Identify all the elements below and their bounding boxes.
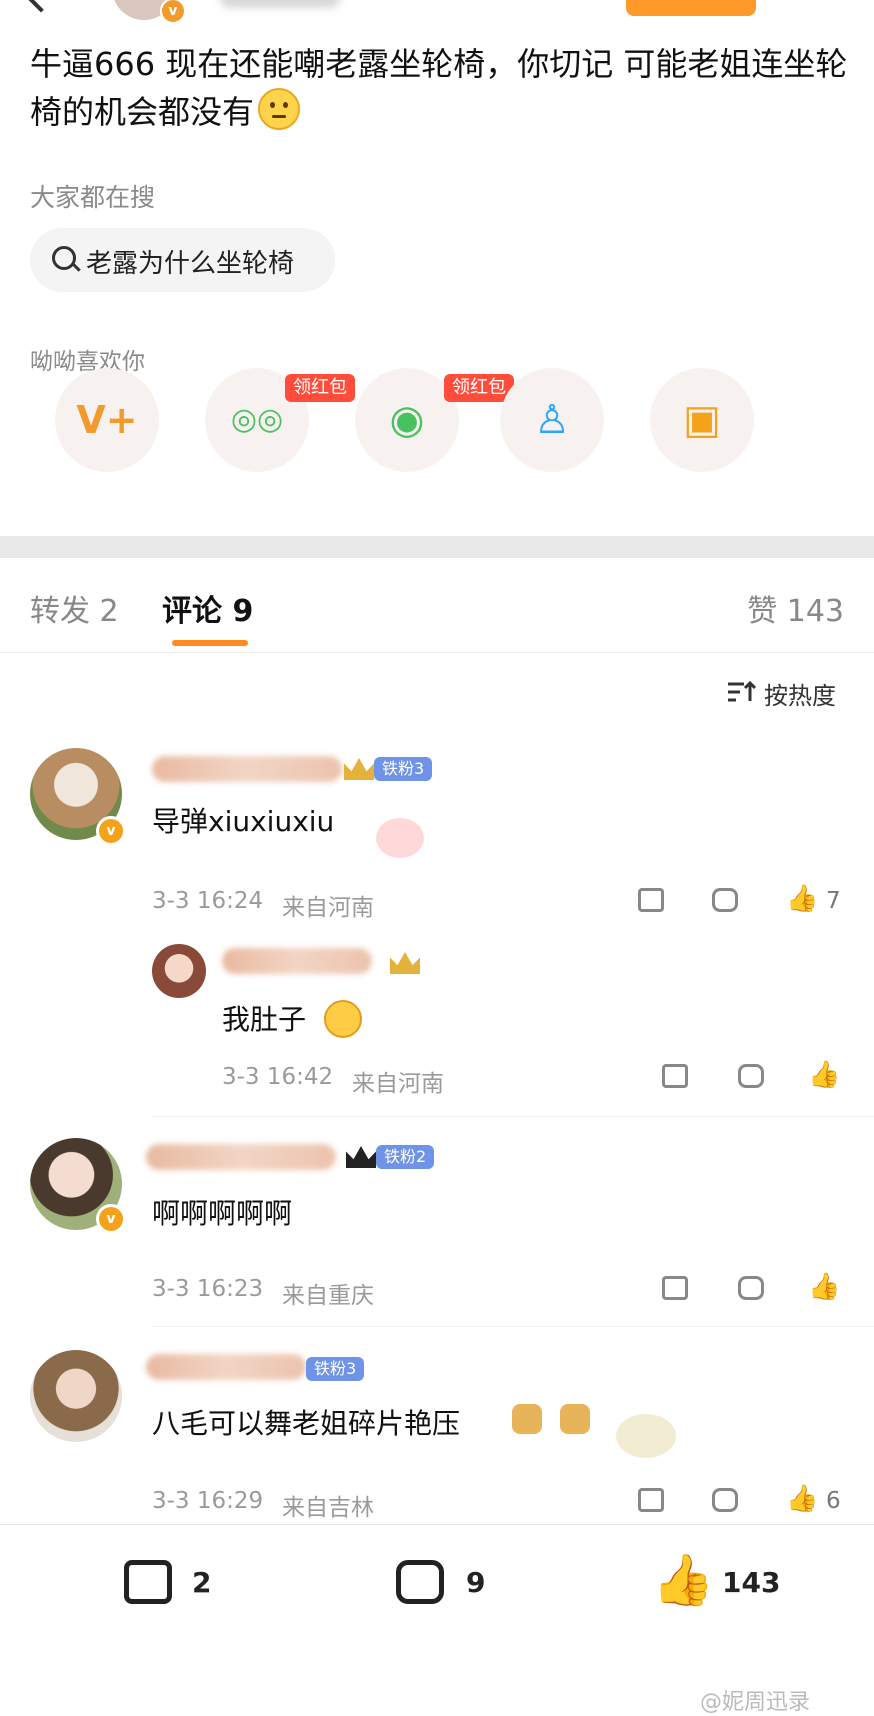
share-qq-button[interactable]: ♙ (500, 368, 604, 472)
tabs-divider (0, 652, 874, 653)
tab-comment[interactable]: 评论 9 (162, 586, 253, 630)
crown-icon (390, 952, 420, 974)
reply-icon[interactable] (712, 888, 738, 912)
commenter-name-redacted (152, 756, 342, 782)
search-icon (52, 246, 76, 270)
comment-time: 3-3 16:23 (152, 1276, 264, 1302)
vplus-icon: V+ (76, 398, 138, 442)
like-icon[interactable]: 👍 (808, 1060, 840, 1090)
save-image-button[interactable]: ▣ (650, 368, 754, 472)
hot-search-query[interactable]: 老露为什么坐轮椅 (86, 243, 294, 280)
like-icon[interactable]: 👍 (786, 1484, 818, 1514)
comment-text: 啊啊啊啊啊 (152, 1197, 293, 1230)
flex-arm-icon (560, 1404, 590, 1434)
like-count: 6 (826, 1488, 841, 1514)
repost-icon[interactable] (124, 1560, 172, 1604)
reply-avatar[interactable] (152, 944, 206, 998)
comment-location: 来自河南 (352, 1071, 444, 1097)
comment-location: 来自吉林 (282, 1495, 374, 1521)
tab-like[interactable]: 赞 143 (747, 586, 844, 630)
share-icon[interactable] (638, 1488, 664, 1512)
section-divider (0, 536, 874, 558)
tab-repost[interactable]: 转发 2 (30, 586, 119, 630)
comment-time: 3-3 16:29 (152, 1488, 264, 1514)
red-packet-badge: 领红包 (285, 374, 355, 402)
fan-badge: 铁粉3 (306, 1357, 365, 1381)
comment-icon[interactable] (396, 1560, 444, 1604)
comment-time: 3-3 16:24 (152, 888, 264, 914)
bottom-bar-divider (0, 1524, 874, 1525)
share-vplus-button[interactable]: V+ (55, 368, 159, 472)
commenter-name-redacted (222, 948, 372, 974)
follow-button[interactable] (626, 0, 756, 16)
verified-badge-icon: v (96, 1204, 126, 1234)
reply-icon[interactable] (738, 1276, 764, 1300)
like-icon[interactable]: 👍 (808, 1272, 840, 1302)
post-text: 牛逼666 现在还能嘲老露坐轮椅，你切记 可能老姐连坐轮椅的机会都没有 (30, 45, 848, 131)
sort-icon[interactable] (728, 681, 756, 703)
comment-avatar[interactable] (30, 1350, 122, 1442)
like-count[interactable]: 143 (722, 1566, 780, 1599)
like-icon[interactable]: 👍 (652, 1552, 714, 1608)
comment-text: 八毛可以舞老姐碎片艳压 (152, 1407, 461, 1440)
sticker-icon (376, 818, 424, 858)
like-icon[interactable]: 👍 (786, 884, 818, 914)
commenter-name-redacted (146, 1144, 336, 1170)
post-body: 牛逼666 现在还能嘲老露坐轮椅，你切记 可能老姐连坐轮椅的机会都没有 (30, 40, 850, 136)
watermark: @妮周迅录 (700, 1690, 811, 1715)
comment-count[interactable]: 9 (466, 1566, 485, 1599)
fan-badge: 铁粉2 (376, 1145, 435, 1169)
sticker-icon (616, 1414, 676, 1458)
share-icon[interactable] (638, 888, 664, 912)
like-count: 7 (826, 888, 841, 914)
author-name-redacted (220, 0, 340, 8)
top-bar: v (0, 0, 874, 30)
crown-icon (344, 758, 374, 780)
save-image-icon: ▣ (683, 397, 721, 443)
active-tab-indicator (172, 640, 248, 646)
share-icon[interactable] (662, 1276, 688, 1300)
qq-icon: ♙ (534, 397, 570, 443)
comment-location: 来自重庆 (282, 1283, 374, 1309)
comment-text: 我肚子 (222, 1003, 307, 1036)
comment-separator (152, 1116, 874, 1117)
reply-icon[interactable] (712, 1488, 738, 1512)
share-icon[interactable] (662, 1064, 688, 1088)
comment-location: 来自河南 (282, 895, 374, 921)
comment-text: 导弹xiuxiuxiu (152, 805, 335, 838)
tongue-emoji-icon (324, 1000, 362, 1038)
reply-icon[interactable] (738, 1064, 764, 1088)
back-icon[interactable] (25, 0, 57, 13)
flex-arm-icon (512, 1404, 542, 1434)
crown-icon (346, 1146, 376, 1168)
sort-label[interactable]: 按热度 (764, 676, 836, 711)
thinking-face-icon (258, 88, 301, 130)
verified-badge-icon: v (96, 816, 126, 846)
verified-badge-icon: v (160, 0, 186, 24)
repost-count[interactable]: 2 (192, 1566, 211, 1599)
commenter-name-redacted (146, 1354, 306, 1380)
comment-time: 3-3 16:42 (222, 1064, 334, 1090)
comment-separator (152, 1326, 874, 1327)
search-section-label: 大家都在搜 (30, 183, 156, 212)
fan-badge: 铁粉3 (374, 757, 433, 781)
